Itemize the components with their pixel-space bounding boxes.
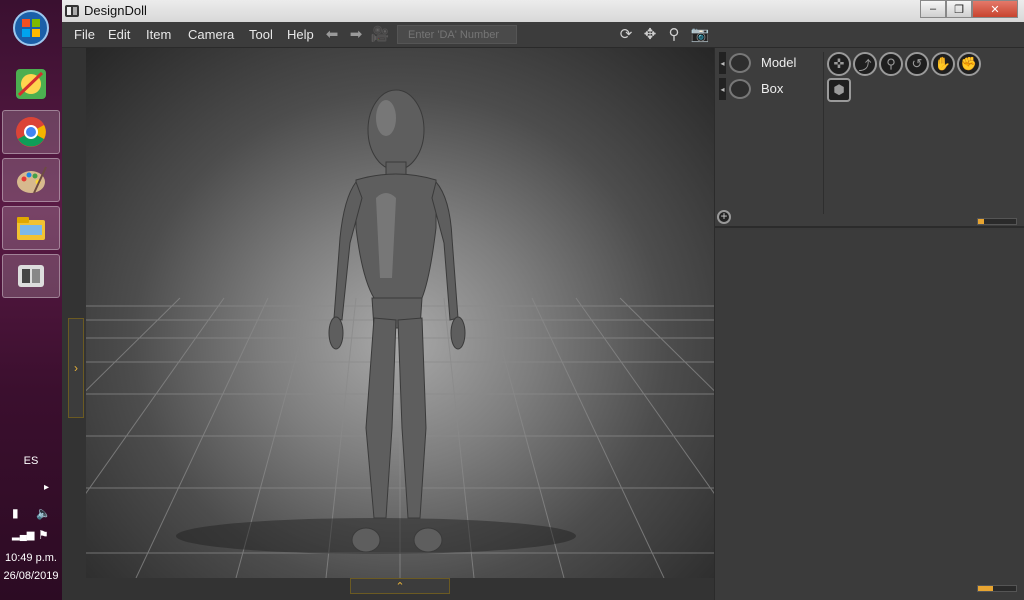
add-item-icon[interactable]: +	[717, 210, 731, 224]
minimize-button[interactable]: –	[920, 0, 946, 18]
slider-fill	[978, 586, 994, 591]
app-logo-icon	[65, 5, 79, 17]
menu-file[interactable]: File	[74, 27, 95, 42]
forward-arrow-icon[interactable]: ➡	[346, 26, 366, 44]
taskbar-paint-app[interactable]	[2, 158, 60, 202]
scene-item-label: Box	[761, 81, 784, 96]
da-number-input[interactable]	[397, 25, 517, 44]
pose-tool-icon[interactable]: ⤴	[853, 52, 877, 76]
collapse-arrow-icon[interactable]: ◂	[719, 52, 726, 74]
volume-icon[interactable]: 🔈	[36, 506, 51, 520]
taskbar-file-explorer[interactable]	[2, 206, 60, 250]
zoom-part-icon[interactable]: ⚲	[879, 52, 903, 76]
slider-fill	[978, 219, 984, 224]
start-button[interactable]	[2, 6, 60, 50]
taskbar-designdoll[interactable]	[2, 254, 60, 298]
menu-help[interactable]: Help	[287, 27, 314, 42]
window-title: DesignDoll	[84, 3, 147, 18]
visibility-eye-icon[interactable]	[729, 53, 751, 73]
chevron-right-icon: ›	[74, 361, 78, 375]
props-zoom-slider[interactable]	[977, 585, 1017, 592]
flag-icon[interactable]: ⚑	[38, 528, 49, 542]
battery-icon[interactable]: ▮	[12, 506, 19, 520]
rotate-icon[interactable]: ⟳	[616, 26, 636, 44]
chevron-up-icon: ⌃	[395, 580, 405, 593]
paint-palette-icon	[17, 166, 47, 194]
windows-logo-icon	[13, 10, 49, 46]
close-button[interactable]: ✕	[972, 0, 1018, 18]
scene-item-box[interactable]: ◂ Box	[719, 78, 823, 100]
box-cube-icon[interactable]: ⬢	[827, 78, 851, 102]
designdoll-logo-icon	[18, 265, 44, 287]
menu-tool[interactable]: Tool	[249, 27, 273, 42]
hand-pose-icon[interactable]: ✊	[957, 52, 981, 76]
left-collapse-strip: ›	[62, 48, 86, 600]
menu-camera[interactable]: Camera	[188, 27, 234, 42]
collapse-arrow-icon[interactable]: ◂	[719, 78, 726, 100]
reset-pose-icon[interactable]: ↺	[905, 52, 929, 76]
3d-viewport[interactable]	[86, 48, 714, 578]
expand-left-panel-button[interactable]: ›	[68, 318, 84, 418]
full-body-select-icon[interactable]: ✜	[827, 52, 851, 76]
bottom-collapse-strip: ⌃	[86, 578, 714, 600]
properties-panel	[715, 230, 1024, 600]
back-arrow-icon[interactable]: ⬅	[322, 26, 342, 44]
chrome-icon	[16, 117, 46, 147]
windows-taskbar: ES ▸ ▮ 🔈 ▂▄▆ ⚑ 10:49 p.m. 26/08/2019	[0, 0, 62, 600]
camera-film-icon[interactable]: 🎥	[370, 26, 390, 44]
signal-icon[interactable]: ▂▄▆	[12, 530, 34, 541]
doll-model[interactable]	[328, 89, 466, 553]
zoom-icon[interactable]: ⚲	[664, 26, 684, 44]
clock-time[interactable]: 10:49 p.m.	[0, 552, 62, 564]
sketch-app-icon	[16, 69, 46, 99]
scene-zoom-slider[interactable]	[977, 218, 1017, 225]
expand-bottom-panel-button[interactable]: ⌃	[350, 578, 450, 594]
scene-panel: ◂ Model ◂ Box ✜ ⤴ ⚲ ↺ ✋ ✊ ⬢ +	[715, 48, 1024, 228]
title-bar[interactable]: DesignDoll – ❐ ✕	[62, 0, 1024, 22]
taskbar-sketch-app[interactable]	[2, 62, 60, 106]
hand-tool-icon[interactable]: ✋	[931, 52, 955, 76]
folder-icon	[17, 217, 45, 240]
restore-button[interactable]: ❐	[946, 0, 972, 18]
designdoll-window: DesignDoll – ❐ ✕ File Edit Item Camera T…	[62, 0, 1024, 600]
menu-edit[interactable]: Edit	[108, 27, 130, 42]
menu-bar: File Edit Item Camera Tool Help ⬅ ➡ 🎥 ⟳ …	[62, 22, 1024, 48]
clock-date[interactable]: 26/08/2019	[0, 570, 62, 582]
right-panel: ◂ Model ◂ Box ✜ ⤴ ⚲ ↺ ✋ ✊ ⬢ +	[714, 48, 1024, 600]
screenshot-icon[interactable]: 📷	[690, 26, 710, 44]
move-icon[interactable]: ✥	[640, 26, 660, 44]
taskbar-chrome[interactable]	[2, 110, 60, 154]
scene-divider	[823, 52, 824, 214]
scene-item-label: Model	[761, 55, 797, 70]
language-indicator[interactable]: ES	[0, 455, 62, 467]
tray-expand-icon[interactable]: ▸	[44, 482, 49, 493]
visibility-eye-icon[interactable]	[729, 79, 751, 99]
menu-item[interactable]: Item	[146, 27, 171, 42]
scene-item-model[interactable]: ◂ Model	[719, 52, 823, 74]
viewport-scene	[86, 89, 714, 578]
